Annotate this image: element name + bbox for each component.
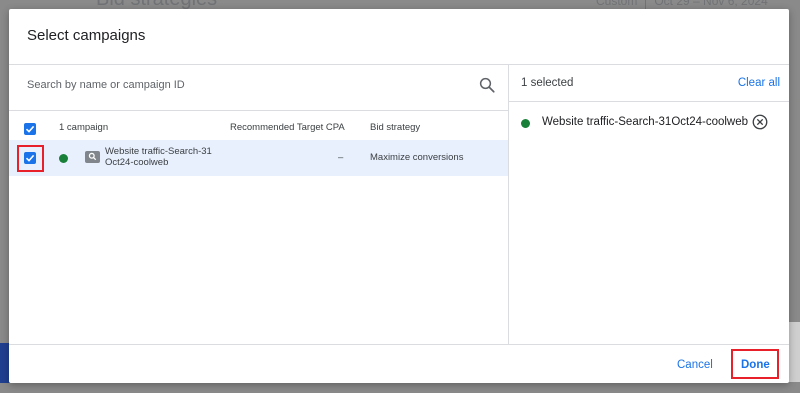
dialog-title: Select campaigns xyxy=(27,27,146,44)
table-row[interactable]: Website traffic-Search-31 Oct24-coolweb … xyxy=(9,140,508,176)
check-icon xyxy=(25,125,35,133)
bid-strategy-value: Maximize conversions xyxy=(370,152,464,163)
recommended-target-cpa-value: – xyxy=(338,152,344,163)
highlight-box xyxy=(17,145,44,172)
selected-campaign-name: Website traffic-Search-31Oct24-coolweb xyxy=(542,116,749,128)
search-icon[interactable] xyxy=(478,76,496,94)
search-bar xyxy=(9,65,508,111)
search-input[interactable] xyxy=(27,79,447,91)
column-header-recommended-target-cpa[interactable]: Recommended Target CPA xyxy=(230,122,345,133)
date-range-value: Oct 29 – Nov 6, 2024 xyxy=(654,0,768,8)
status-dot xyxy=(59,154,68,163)
clear-all-button[interactable]: Clear all xyxy=(738,77,780,89)
column-header-bid-strategy[interactable]: Bid strategy xyxy=(370,122,420,133)
selected-count: 1 selected xyxy=(521,77,574,89)
status-dot xyxy=(521,119,530,128)
divider xyxy=(9,344,789,345)
select-campaigns-dialog: Select campaigns 1 campaign Recommended … xyxy=(9,9,789,383)
background-date-range: Custom Oct 29 – Nov 6, 2024 xyxy=(596,0,768,9)
background-right-card xyxy=(788,322,800,382)
date-range-separator xyxy=(645,0,647,9)
select-all-checkbox[interactable] xyxy=(24,123,36,135)
divider xyxy=(509,101,789,102)
search-campaign-icon xyxy=(85,151,100,163)
panel-divider xyxy=(508,64,509,344)
campaign-name[interactable]: Website traffic-Search-31 Oct24-coolweb xyxy=(105,146,225,168)
highlight-box xyxy=(731,349,779,379)
remove-circle-icon[interactable] xyxy=(751,113,769,131)
column-header-campaign[interactable]: 1 campaign xyxy=(59,122,108,133)
date-range-label: Custom xyxy=(596,0,638,8)
cancel-button[interactable]: Cancel xyxy=(677,359,713,371)
